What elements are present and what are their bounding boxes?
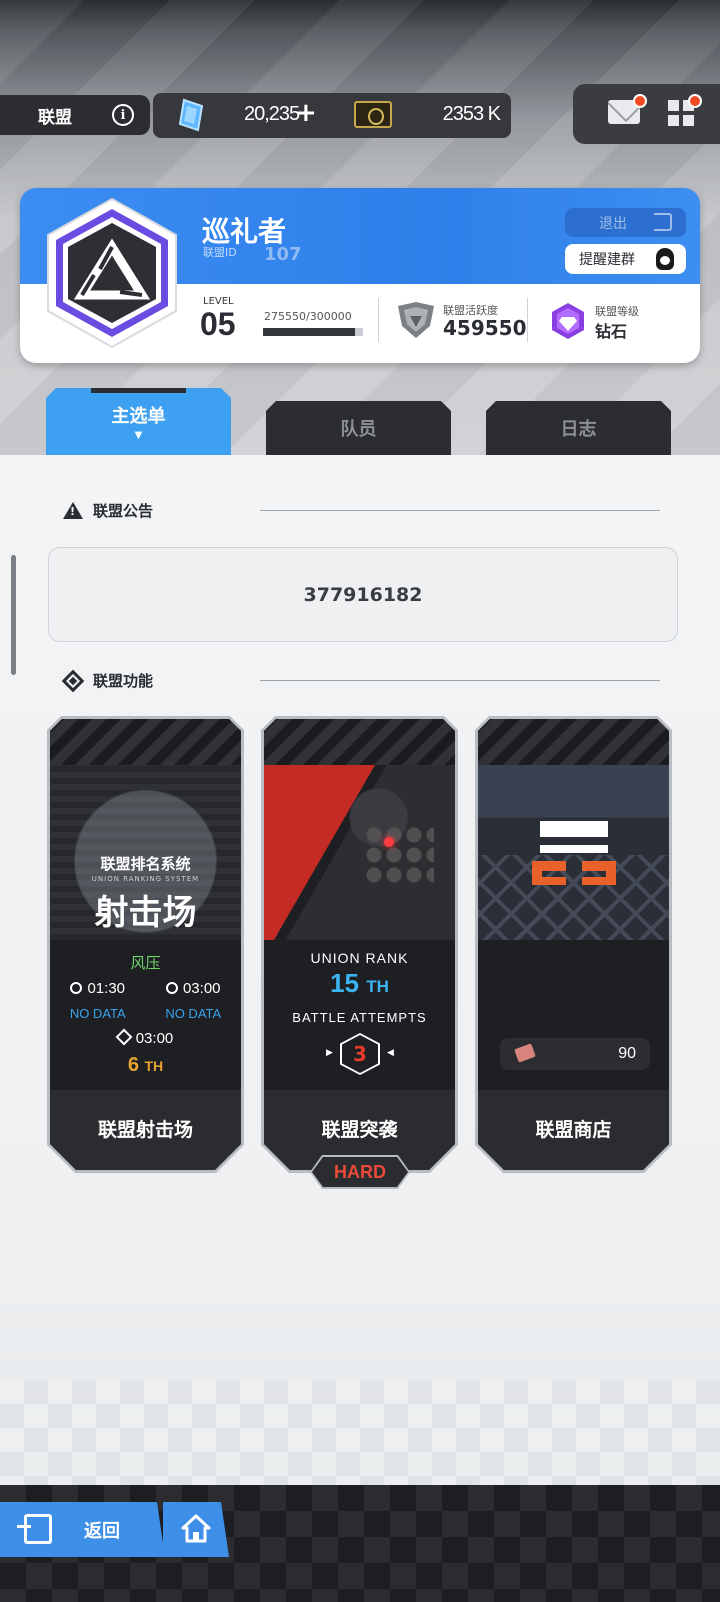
rank-label: 联盟等级 [595, 305, 639, 318]
activity-value: 459550 [443, 316, 527, 340]
timer-3: 03:00 [50, 1030, 241, 1047]
shop-logo [530, 817, 618, 885]
tab-log[interactable]: 日志 [486, 401, 671, 455]
arrow-left-icon: ◀ [387, 1048, 394, 1058]
coin-count: 2353 K [442, 103, 501, 125]
rank-value: 钻石 [595, 322, 628, 341]
tab-log-label: 日志 [560, 419, 597, 440]
menu-notification-dot [688, 94, 702, 108]
shooting-range-image: 联盟排名系统 UNION RANKING SYSTEM 射击场 [50, 765, 241, 940]
top-right-panel [573, 84, 720, 144]
notice-box[interactable]: 377916182 [48, 547, 678, 642]
divider [378, 298, 379, 342]
attempts-count: 3 [342, 1035, 378, 1073]
info-icon[interactable]: i [112, 104, 134, 126]
notice-heading: 联盟公告 [63, 500, 153, 521]
exit-icon [654, 213, 672, 231]
gem-icon [178, 98, 204, 132]
attempts-hex-badge: 3 [340, 1033, 380, 1075]
tab-main-label: 主选单 [111, 406, 166, 427]
back-label: 返回 [84, 1520, 120, 1542]
tab-members[interactable]: 队员 [266, 401, 451, 455]
tab-members-label: 队员 [340, 419, 377, 440]
raid-image [264, 765, 455, 940]
shop-image [478, 765, 669, 940]
timer-2: 03:00 [166, 980, 221, 997]
remind-label: 提醒建群 [579, 252, 635, 268]
union-rank-label: UNION RANK [310, 950, 409, 966]
shooting-rank: 6 TH [127, 1054, 164, 1076]
nodata-2: NO DATA [165, 1006, 222, 1021]
ranking-system-subtitle: UNION RANKING SYSTEM [91, 875, 200, 883]
home-icon [181, 1514, 211, 1543]
crossed-swords-icon [115, 1029, 132, 1046]
divider-line [260, 680, 660, 681]
divider [527, 298, 528, 342]
functions-heading: 联盟功能 [61, 669, 154, 692]
tab-main[interactable]: 主选单 ▼ [46, 388, 231, 455]
alarm-clock-icon [70, 982, 82, 994]
union-id: 107 [264, 244, 302, 265]
scrollbar[interactable] [11, 555, 16, 675]
warning-icon [63, 502, 83, 519]
diamond-bullet-icon [61, 669, 85, 692]
wind-pressure-label: 风压 [130, 954, 161, 972]
union-emblem [47, 197, 177, 349]
exp-progress-fill [263, 328, 355, 336]
gem-count: 20,235 [244, 103, 300, 125]
union-id-label: 联盟ID [203, 246, 237, 259]
ticket-icon [354, 101, 392, 128]
timer-1: 01:30 [70, 980, 125, 997]
buy-gems-button[interactable]: + [295, 98, 317, 128]
notice-heading-label: 联盟公告 [93, 502, 154, 520]
shooting-range-card[interactable]: 联盟排名系统 UNION RANKING SYSTEM 射击场 风压 01:30… [47, 716, 244, 1173]
diamond-rank-icon [552, 303, 584, 339]
leave-label: 退出 [599, 215, 627, 232]
ranking-system-title: 联盟排名系统 [100, 855, 191, 873]
functions-heading-label: 联盟功能 [93, 672, 154, 690]
exp-progress-bar [263, 328, 363, 336]
qq-penguin-icon [656, 248, 674, 270]
tab-caret-icon: ▼ [134, 430, 143, 441]
union-shop-label: 联盟商店 [478, 1090, 669, 1173]
union-rank-value: 15 TH [330, 968, 389, 998]
union-shop-card[interactable]: 90 联盟商店 [475, 716, 672, 1173]
mail-notification-dot [633, 94, 647, 108]
back-arrow-icon [17, 1514, 52, 1544]
divider-line [260, 510, 660, 511]
activity-shield-icon [398, 302, 434, 338]
arrow-right-icon: ▶ [326, 1048, 333, 1058]
shooting-range-title: 射击场 [94, 893, 197, 933]
shooting-range-label: 联盟射击场 [50, 1090, 241, 1173]
raid-card[interactable]: UNION RANK 15 TH BATTLE ATTEMPTS ▶ 3 ◀ 联… [261, 716, 458, 1173]
checker-pattern [0, 1380, 720, 1485]
difficulty-label: HARD [312, 1157, 408, 1187]
difficulty-badge: HARD [310, 1155, 410, 1189]
union-level: 05 [200, 306, 236, 342]
alarm-clock-icon [166, 982, 178, 994]
battle-attempts-label: BATTLE ATTEMPTS [292, 1010, 427, 1025]
nodata-1: NO DATA [69, 1006, 126, 1021]
exp-text: 275550/300000 [264, 310, 352, 323]
